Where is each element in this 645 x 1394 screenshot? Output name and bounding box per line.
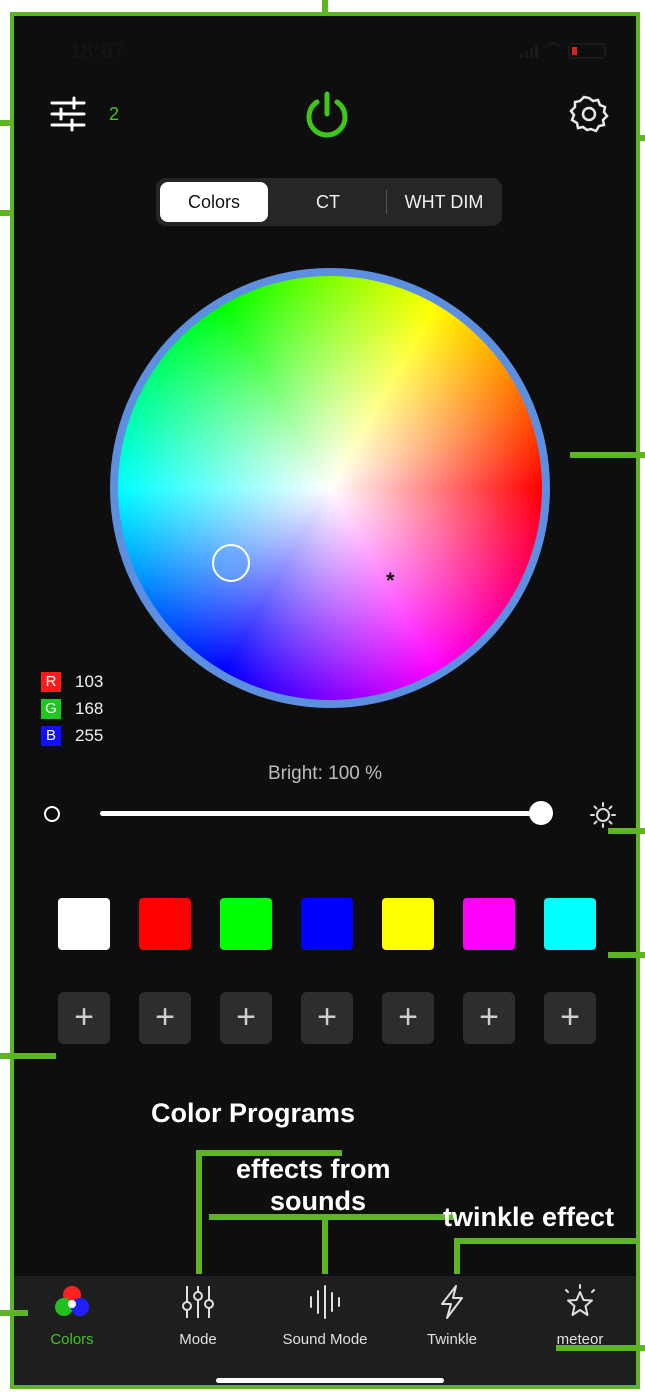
green-tag: G	[41, 699, 61, 719]
annotation-line	[608, 828, 645, 834]
gear-icon[interactable]	[569, 94, 609, 134]
nav-label: Mode	[179, 1331, 217, 1348]
annotation-line	[322, 1214, 328, 1274]
sun-icon	[590, 802, 616, 828]
swatch-red[interactable]	[139, 898, 191, 950]
sound-wave-icon	[310, 1285, 340, 1319]
power-icon[interactable]	[301, 88, 353, 140]
annotation-effects-line1: effects from	[236, 1154, 391, 1184]
star-burst-icon	[565, 1284, 595, 1316]
home-indicator	[216, 1378, 444, 1383]
tab-colors[interactable]: Colors	[160, 182, 268, 222]
blue-tag: B	[41, 726, 61, 746]
rgb-circles-icon	[55, 1286, 89, 1316]
annotation-line	[454, 1238, 460, 1274]
filter-sliders-icon[interactable]	[50, 96, 86, 132]
mode-segmented-control: Colors CT WHT DIM	[156, 178, 502, 226]
color-picker-handle[interactable]	[212, 544, 250, 582]
bottom-nav: Colors Mode Sound Mode Twinkle meteor	[14, 1276, 636, 1385]
annotation-color-programs: Color Programs	[151, 1098, 356, 1128]
add-color-button[interactable]: +	[139, 992, 191, 1044]
add-color-button[interactable]: +	[301, 992, 353, 1044]
sliders-icon	[182, 1286, 214, 1318]
add-color-button[interactable]: +	[58, 992, 110, 1044]
red-value: 103	[75, 672, 104, 691]
status-icons	[520, 42, 606, 59]
nav-colors[interactable]: Colors	[14, 1284, 132, 1348]
annotation-line	[570, 452, 645, 458]
annotation-line	[196, 1150, 202, 1274]
swatch-green[interactable]	[220, 898, 272, 950]
swatch-yellow[interactable]	[382, 898, 434, 950]
status-time: 18:07	[69, 38, 126, 63]
annotation-effects-line2: sounds	[270, 1186, 367, 1216]
annotation-line	[0, 1310, 28, 1316]
annotation-line	[608, 952, 645, 958]
rgb-red-row: R 103	[41, 672, 103, 692]
rgb-green-row: G 168	[41, 699, 103, 719]
rgb-blue-row: B 255	[41, 726, 103, 746]
green-value: 168	[75, 699, 104, 718]
nav-mode[interactable]: Mode	[138, 1284, 258, 1348]
nav-twinkle[interactable]: Twinkle	[392, 1284, 512, 1348]
swatch-white[interactable]	[58, 898, 110, 950]
annotation-line	[556, 1345, 645, 1351]
wifi-icon	[544, 42, 562, 59]
nav-label: Colors	[50, 1331, 94, 1348]
annotation-line	[209, 1214, 457, 1220]
brightness-slider-knob[interactable]	[529, 801, 553, 825]
swatch-blue[interactable]	[301, 898, 353, 950]
brightness-label: Bright: 100 %	[267, 763, 383, 784]
nav-label: Twinkle	[426, 1331, 478, 1348]
nav-meteor[interactable]: meteor	[520, 1284, 636, 1348]
add-color-button[interactable]: +	[544, 992, 596, 1044]
asterisk-mark: *	[386, 568, 395, 593]
blue-value: 255	[75, 726, 104, 745]
add-color-button[interactable]: +	[463, 992, 515, 1044]
color-wheel[interactable]: *	[118, 276, 542, 700]
tab-wht-dim[interactable]: WHT DIM	[390, 182, 498, 222]
color-wheel-ring: *	[110, 268, 550, 708]
add-color-button[interactable]: +	[382, 992, 434, 1044]
nav-label: Sound Mode	[282, 1331, 368, 1348]
swatch-cyan[interactable]	[544, 898, 596, 950]
nav-sound-mode[interactable]: Sound Mode	[265, 1284, 385, 1348]
add-color-button[interactable]: +	[220, 992, 272, 1044]
annotation-line	[0, 1053, 56, 1059]
signal-icon	[520, 44, 538, 58]
annotation-twinkle: twinkle effect	[443, 1202, 615, 1232]
dim-icon	[44, 806, 60, 822]
battery-icon	[568, 42, 606, 59]
tab-ct[interactable]: CT	[274, 182, 382, 222]
red-tag: R	[41, 672, 61, 692]
brightness-slider[interactable]	[100, 811, 546, 816]
swatch-magenta[interactable]	[463, 898, 515, 950]
annotation-line	[454, 1238, 636, 1244]
phone-screen: 18:07 2 Colors CT WHT DIM * R 103 G 168 …	[10, 12, 640, 1389]
filter-count: 2	[109, 104, 120, 124]
segment-divider	[386, 190, 387, 214]
lightning-icon	[441, 1285, 463, 1319]
